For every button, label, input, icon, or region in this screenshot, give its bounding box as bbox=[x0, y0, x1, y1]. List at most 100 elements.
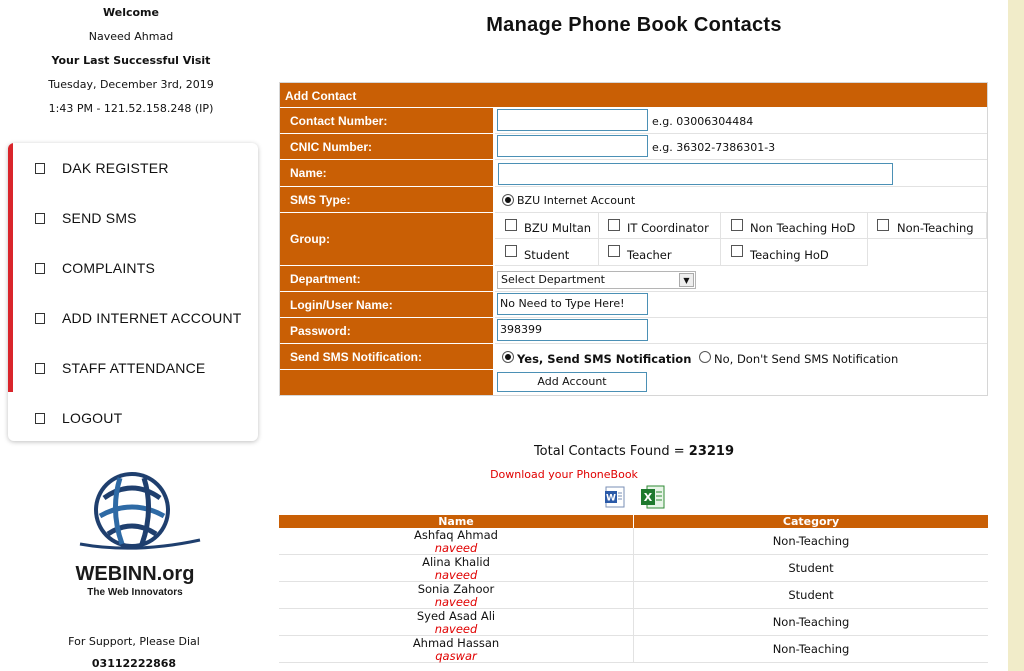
group-option-teacher[interactable]: Teacher bbox=[599, 239, 721, 266]
contact-name: Syed Asad Ali bbox=[416, 609, 496, 623]
menu-item-label: COMPLAINTS bbox=[62, 260, 156, 276]
cnic-hint: e.g. 36302-7386301-3 bbox=[652, 141, 776, 154]
cnic-cell: e.g. 36302-7386301-3 bbox=[495, 134, 987, 160]
login-input[interactable]: No Need to Type Here! bbox=[497, 293, 648, 315]
group-option-label: BZU Multan bbox=[524, 221, 592, 235]
added-by: naveed bbox=[434, 568, 478, 582]
department-label: Department: bbox=[280, 266, 493, 292]
word-doc-icon[interactable]: W bbox=[604, 486, 626, 508]
cnic-label: CNIC Number: bbox=[280, 134, 493, 160]
group-label: Group: bbox=[280, 213, 493, 266]
notification-label: Send SMS Notification: bbox=[280, 344, 493, 370]
menu-item-label: SEND SMS bbox=[62, 210, 137, 226]
table-row[interactable]: Ahmad Hassan qaswar Non-Teaching bbox=[279, 636, 988, 663]
notify-no-radio[interactable] bbox=[699, 351, 711, 363]
chevron-down-icon: ▼ bbox=[679, 273, 694, 287]
contact-category: Student bbox=[633, 582, 988, 609]
menu-item-staff-attendance[interactable]: STAFF ATTENDANCE bbox=[8, 343, 258, 393]
password-label: Password: bbox=[280, 318, 493, 344]
support-number: 03112222868 bbox=[91, 657, 177, 670]
contact-name: Alina Khalid bbox=[422, 555, 490, 569]
contact-number-hint: e.g. 03006304484 bbox=[652, 115, 754, 128]
contact-category: Non-Teaching bbox=[633, 609, 988, 636]
cnic-input[interactable] bbox=[497, 135, 648, 157]
table-row[interactable]: Syed Asad Ali naveed Non-Teaching bbox=[279, 609, 988, 636]
department-select-value: Select Department bbox=[501, 273, 605, 286]
scrollbar[interactable] bbox=[1008, 0, 1024, 671]
form-header: Add Contact bbox=[280, 83, 987, 107]
contact-number-input[interactable] bbox=[497, 109, 648, 131]
sms-type-label: SMS Type: bbox=[280, 187, 493, 213]
group-option-non-teaching[interactable]: Non-Teaching bbox=[868, 213, 987, 239]
contact-name: Ahmad Hassan bbox=[412, 636, 500, 650]
table-header: Name Category bbox=[279, 515, 988, 528]
name-input[interactable] bbox=[498, 163, 893, 185]
added-by: naveed bbox=[434, 595, 478, 609]
contact-category: Non-Teaching bbox=[633, 636, 988, 663]
group-option-student[interactable]: Student bbox=[495, 239, 599, 266]
menu-item-send-sms[interactable]: SEND SMS bbox=[8, 193, 258, 243]
added-by: naveed bbox=[434, 541, 478, 555]
menu-item-icon bbox=[35, 162, 45, 174]
password-input[interactable]: 398399 bbox=[497, 319, 648, 341]
menu-item-complaints[interactable]: COMPLAINTS bbox=[8, 243, 258, 293]
add-contact-form: Add Contact Contact Number: e.g. 0300630… bbox=[279, 82, 988, 396]
last-visit-date: Tuesday, December 3rd, 2019 bbox=[48, 78, 214, 91]
sms-type-option: BZU Internet Account bbox=[517, 194, 636, 207]
last-visit-time: 1:43 PM - 121.52.158.248 (IP) bbox=[48, 102, 214, 115]
notify-no-label: No, Don't Send SMS Notification bbox=[714, 352, 899, 366]
sidebar: Welcome Naveed Ahmad Your Last Successfu… bbox=[0, 0, 268, 671]
group-option-label: Non Teaching HoD bbox=[750, 221, 856, 235]
contact-name-cell: Syed Asad Ali naveed bbox=[279, 610, 633, 636]
excel-icon[interactable]: X bbox=[640, 484, 666, 510]
webinn-logo: WEBINN.org The Web Innovators bbox=[76, 472, 201, 598]
login-cell: No Need to Type Here! bbox=[495, 292, 987, 318]
table-row[interactable]: Sonia Zahoor naveed Student bbox=[279, 582, 988, 609]
group-checkbox[interactable] bbox=[505, 219, 517, 231]
group-checkbox[interactable] bbox=[608, 219, 620, 231]
last-visit-label: Your Last Successful Visit bbox=[51, 54, 211, 67]
group-checkbox[interactable] bbox=[505, 245, 517, 257]
welcome-heading: Welcome bbox=[103, 6, 159, 19]
menu-item-label: ADD INTERNET ACCOUNT bbox=[62, 310, 242, 326]
group-checkbox[interactable] bbox=[877, 219, 889, 231]
menu-item-icon bbox=[35, 212, 45, 224]
contact-name-cell: Alina Khalid naveed bbox=[279, 556, 633, 582]
department-select[interactable]: Select Department ▼ bbox=[497, 271, 696, 289]
group-option-teaching-hod[interactable]: Teaching HoD bbox=[721, 239, 868, 266]
group-option-bzu-multan[interactable]: BZU Multan bbox=[495, 213, 599, 239]
menu-item-logout[interactable]: LOGOUT bbox=[8, 393, 258, 441]
contact-name-cell: Ahmad Hassan qaswar bbox=[279, 637, 633, 663]
column-header-name: Name bbox=[438, 515, 474, 528]
column-header-category: Category bbox=[633, 515, 988, 528]
sidebar-menu: DAK REGISTER SEND SMS COMPLAINTS ADD INT… bbox=[8, 143, 258, 441]
add-account-button[interactable]: Add Account bbox=[497, 372, 647, 392]
menu-item-add-internet-account[interactable]: ADD INTERNET ACCOUNT bbox=[8, 293, 258, 343]
contact-number-cell: e.g. 03006304484 bbox=[495, 108, 987, 134]
password-cell: 398399 bbox=[495, 318, 987, 344]
support-text: For Support, Please Dial bbox=[68, 635, 200, 648]
svg-text:X: X bbox=[644, 491, 653, 504]
group-cell: BZU Multan IT Coordinator Non Teaching H… bbox=[495, 213, 987, 266]
menu-item-icon bbox=[35, 412, 45, 424]
submit-row-label bbox=[280, 370, 493, 395]
notify-yes-radio[interactable] bbox=[502, 351, 514, 363]
menu-item-icon bbox=[35, 262, 45, 274]
name-label: Name: bbox=[280, 160, 493, 187]
sms-type-radio[interactable] bbox=[502, 194, 514, 206]
group-checkbox[interactable] bbox=[608, 245, 620, 257]
table-row[interactable]: Ashfaq Ahmad naveed Non-Teaching bbox=[279, 528, 988, 555]
menu-item-dak-register[interactable]: DAK REGISTER bbox=[8, 143, 258, 193]
name-cell bbox=[495, 160, 987, 187]
contact-name: Sonia Zahoor bbox=[417, 582, 495, 596]
group-checkbox[interactable] bbox=[731, 219, 743, 231]
group-option-non-teaching-hod[interactable]: Non Teaching HoD bbox=[721, 213, 868, 239]
group-option-it-coordinator[interactable]: IT Coordinator bbox=[599, 213, 721, 239]
table-row[interactable]: Alina Khalid naveed Student bbox=[279, 555, 988, 582]
total-label: Total Contacts Found = bbox=[533, 444, 689, 459]
group-checkbox[interactable] bbox=[731, 245, 743, 257]
download-phonebook-link[interactable]: Download your PhoneBook bbox=[280, 468, 848, 481]
svg-text:W: W bbox=[606, 494, 616, 504]
contact-number-label: Contact Number: bbox=[280, 108, 493, 134]
total-count: 23219 bbox=[688, 444, 735, 459]
